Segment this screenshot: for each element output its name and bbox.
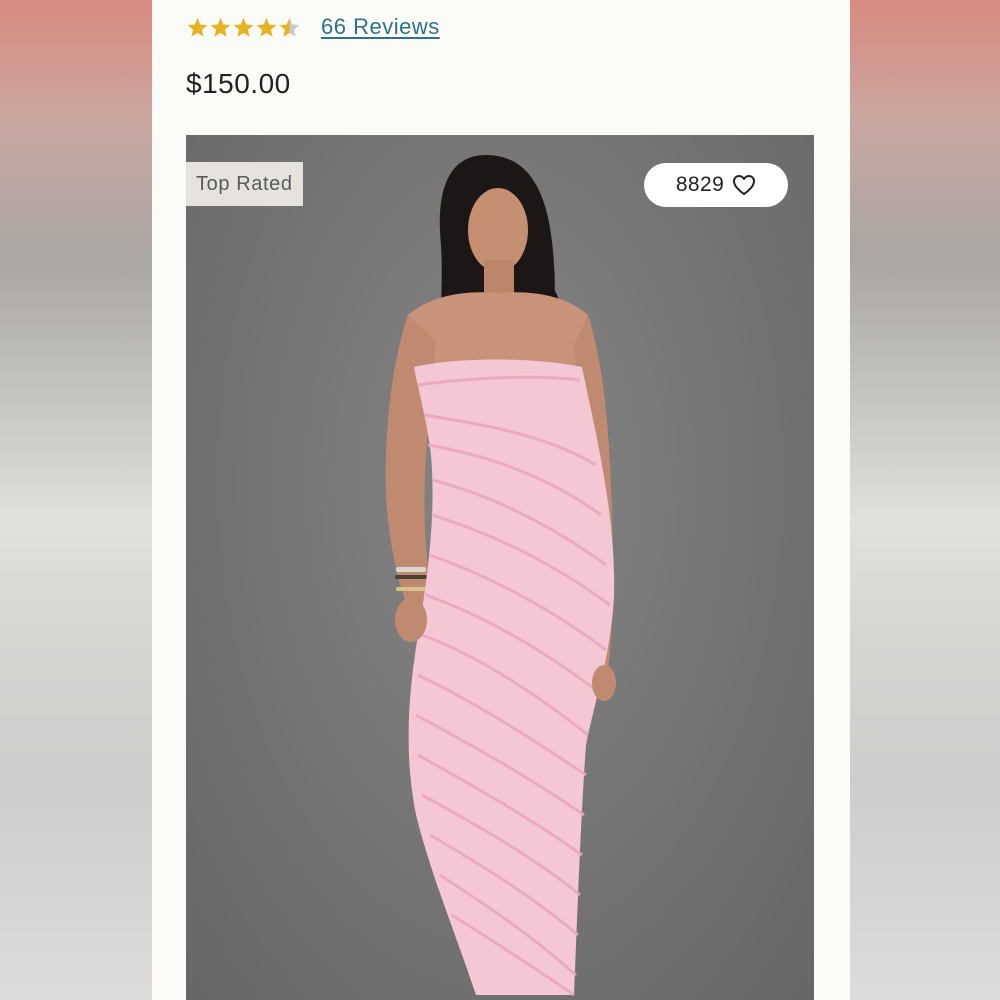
blurred-backdrop-left (0, 0, 152, 1000)
product-detail-panel: 66 Reviews $150.00 Top Rated 8829 (152, 0, 850, 1000)
model-face (468, 188, 528, 272)
star-icon (233, 17, 254, 37)
star-icon (187, 17, 208, 37)
model-dress (408, 359, 615, 995)
rating-row: 66 Reviews (186, 12, 440, 42)
star-icon (279, 17, 300, 37)
top-rated-badge: Top Rated (186, 162, 303, 206)
star-icon (256, 17, 277, 37)
product-image[interactable]: Top Rated 8829 (186, 135, 814, 1000)
product-price: $150.00 (186, 68, 291, 99)
star-rating (186, 16, 301, 39)
star-icon (210, 17, 231, 37)
blurred-backdrop-right (850, 0, 1000, 1000)
screen: 66 Reviews $150.00 Top Rated 8829 (0, 0, 1000, 1000)
favorites-count: 8829 (675, 173, 725, 196)
heart-icon (733, 175, 756, 195)
reviews-link[interactable]: 66 Reviews (321, 14, 440, 40)
model-photo (385, 155, 616, 997)
favorite-button[interactable]: 8829 (644, 163, 788, 207)
